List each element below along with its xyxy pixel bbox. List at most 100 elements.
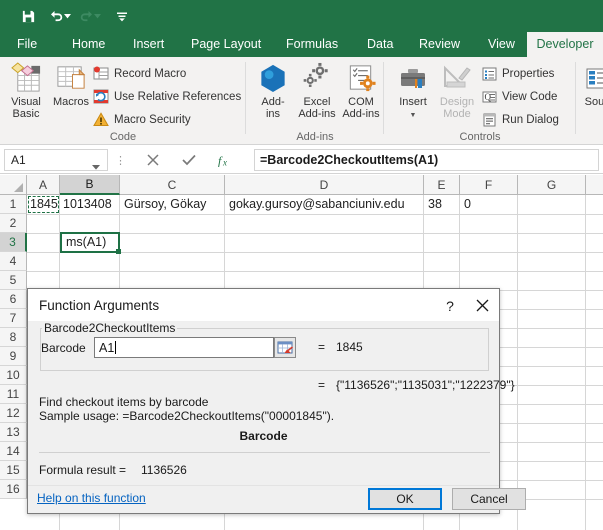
- dialog-help-button[interactable]: ?: [434, 289, 466, 322]
- ok-button[interactable]: OK: [368, 488, 442, 510]
- argument-name-heading: Barcode: [28, 429, 499, 443]
- redo-icon: [76, 6, 96, 26]
- excel-add-ins-button[interactable]: Excel Add-ins: [294, 60, 340, 120]
- run-dialog-button[interactable]: Run Dialog: [480, 109, 559, 130]
- insert-dropdown-caret-icon[interactable]: ▼: [410, 112, 417, 119]
- customize-qat-icon[interactable]: [112, 6, 132, 26]
- formula-bar-grip: ⋮: [115, 154, 126, 167]
- text-cursor: [115, 341, 116, 354]
- help-on-this-function-link[interactable]: Help on this function: [37, 491, 146, 505]
- tab-developer[interactable]: Developer: [527, 32, 603, 57]
- save-icon[interactable]: [18, 6, 38, 26]
- visual-basic-button[interactable]: Visual Basic: [3, 60, 49, 120]
- insert-function-button[interactable]: f x: [212, 149, 238, 171]
- add-ins-button[interactable]: Add- ins: [250, 60, 296, 120]
- tab-review[interactable]: Review: [410, 32, 469, 57]
- row-header-13[interactable]: 13: [0, 423, 27, 442]
- cell-a1[interactable]: 1845: [27, 195, 59, 214]
- cancel-formula-button[interactable]: [140, 149, 166, 171]
- barcode-argument-input[interactable]: A1: [94, 337, 274, 358]
- row-header-12[interactable]: 12: [0, 404, 27, 423]
- row-header-6[interactable]: 6: [0, 290, 27, 309]
- cell-c1[interactable]: Gürsoy, Gökay: [121, 195, 224, 214]
- ribbon-group-xml: Sourc: [576, 57, 603, 145]
- dialog-title: Function Arguments: [39, 298, 159, 313]
- com-add-ins-button[interactable]: COM Add-ins: [338, 60, 384, 120]
- ribbon-group-add-ins: Add- ins: [246, 57, 384, 145]
- formula-input[interactable]: =Barcode2CheckoutItems(A1): [254, 149, 599, 171]
- quick-access-toolbar: [0, 0, 603, 32]
- insert-control-button[interactable]: Insert ▼: [390, 60, 436, 120]
- tab-formulas[interactable]: Formulas: [277, 32, 347, 57]
- enter-formula-button[interactable]: [176, 149, 202, 171]
- row-header-11[interactable]: 11: [0, 385, 27, 404]
- macro-security-button[interactable]: Macro Security: [92, 109, 191, 130]
- source-icon: [576, 60, 603, 94]
- column-header-c[interactable]: C: [120, 175, 225, 195]
- properties-button[interactable]: Properties: [480, 63, 554, 84]
- com-add-ins-label: COM Add-ins: [338, 96, 384, 120]
- source-label: Sourc: [576, 96, 603, 108]
- excel-add-ins-label: Excel Add-ins: [294, 96, 340, 120]
- source-button[interactable]: Sourc: [576, 60, 603, 108]
- record-macro-label: Record Macro: [114, 68, 186, 80]
- function-result-array: {"1136526";"1135031";"1222379"}: [336, 378, 515, 392]
- row-header-5[interactable]: 5: [0, 271, 27, 290]
- column-header-d[interactable]: D: [225, 175, 424, 195]
- function-description-line2: Sample usage: =Barcode2CheckoutItems("00…: [39, 409, 334, 423]
- tab-data[interactable]: Data: [358, 32, 402, 57]
- design-mode-label: Design Mode: [434, 96, 480, 120]
- argument-evaluated-value: 1845: [336, 340, 363, 354]
- cell-d1[interactable]: gokay.gursoy@sabanciuniv.edu: [226, 195, 423, 214]
- use-relative-references-button[interactable]: Use Relative References: [92, 86, 241, 107]
- tab-page-layout[interactable]: Page Layout: [182, 32, 270, 57]
- name-box-caret-icon[interactable]: [92, 159, 100, 173]
- row-header-15[interactable]: 15: [0, 461, 27, 480]
- column-header-e[interactable]: E: [424, 175, 460, 195]
- close-icon[interactable]: [466, 289, 498, 322]
- column-header-b[interactable]: B: [60, 175, 120, 195]
- row-header-14[interactable]: 14: [0, 442, 27, 461]
- column-header-f[interactable]: F: [460, 175, 518, 195]
- tab-home[interactable]: Home: [63, 32, 114, 57]
- ribbon-group-code: Visual Basic: [0, 57, 246, 145]
- name-box-value: A1: [11, 153, 26, 167]
- cell-e1[interactable]: 38: [425, 195, 459, 214]
- row-header-10[interactable]: 10: [0, 366, 27, 385]
- column-header-g[interactable]: G: [518, 175, 586, 195]
- gridline-h: [27, 271, 603, 272]
- ribbon-tabs: File Home Insert Page Layout Formulas Da…: [0, 32, 603, 57]
- row-header-1[interactable]: 1: [0, 195, 27, 214]
- tab-insert[interactable]: Insert: [124, 32, 173, 57]
- tab-file[interactable]: File: [8, 32, 46, 57]
- use-relative-references-label: Use Relative References: [114, 91, 241, 103]
- row-header-7[interactable]: 7: [0, 309, 27, 328]
- cell-b3-text: ms(A1): [63, 233, 119, 252]
- row-header-9[interactable]: 9: [0, 347, 27, 366]
- view-code-button[interactable]: Q View Code: [480, 86, 557, 107]
- dialog-title-bar[interactable]: Function Arguments: [28, 289, 499, 322]
- cell-f1[interactable]: 0: [461, 195, 517, 214]
- row-header-16[interactable]: 16: [0, 480, 27, 499]
- column-header-h-partial[interactable]: [586, 175, 603, 195]
- cell-b1[interactable]: 1013408: [60, 195, 119, 214]
- row-header-3[interactable]: 3: [0, 233, 27, 252]
- properties-label: Properties: [502, 68, 554, 80]
- name-box[interactable]: A1: [4, 149, 108, 171]
- record-macro-button[interactable]: Record Macro: [92, 63, 186, 84]
- excel-window: File Home Insert Page Layout Formulas Da…: [0, 0, 603, 530]
- dialog-footer-divider: [28, 485, 499, 486]
- row-header-8[interactable]: 8: [0, 328, 27, 347]
- undo-dropdown-caret-icon[interactable]: [64, 14, 71, 21]
- relative-references-icon: [92, 88, 110, 106]
- row-header-2[interactable]: 2: [0, 214, 27, 233]
- cancel-button[interactable]: Cancel: [452, 488, 526, 510]
- properties-icon: [480, 65, 498, 83]
- row-header-4[interactable]: 4: [0, 252, 27, 271]
- column-header-a[interactable]: A: [27, 175, 60, 195]
- tab-view[interactable]: View: [479, 32, 524, 57]
- select-all-corner[interactable]: [0, 175, 27, 195]
- undo-icon[interactable]: [46, 6, 66, 26]
- collapse-dialog-icon[interactable]: [274, 337, 296, 358]
- macros-button[interactable]: Macros: [48, 60, 94, 108]
